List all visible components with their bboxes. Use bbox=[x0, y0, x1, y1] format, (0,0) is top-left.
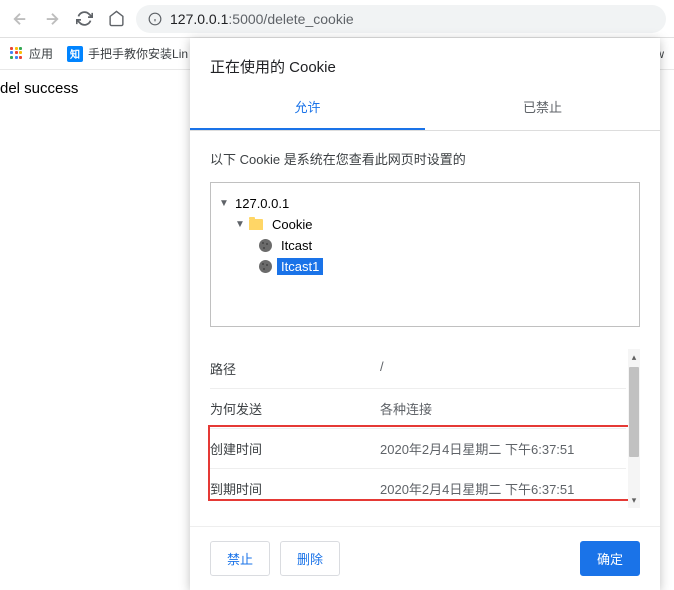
dialog-description: 以下 Cookie 是系统在您查看此网页时设置的 bbox=[210, 149, 640, 168]
detail-value: 2020年2月4日星期二 下午6:37:51 bbox=[380, 479, 574, 498]
cookies-dialog: 正在使用的 Cookie 允许 已禁止 以下 Cookie 是系统在您查看此网页… bbox=[190, 38, 660, 590]
detail-value: 2020年2月4日星期二 下午6:37:51 bbox=[380, 439, 574, 458]
tree-cookie-row[interactable]: Itcast bbox=[219, 235, 631, 256]
folder-icon bbox=[249, 219, 263, 230]
tree-host-label: 127.0.0.1 bbox=[231, 195, 293, 212]
tree-folder-row[interactable]: ▼ Cookie bbox=[219, 214, 631, 235]
tree-cookie-label: Itcast1 bbox=[277, 258, 323, 275]
detail-row-created: 创建时间 2020年2月4日星期二 下午6:37:51 bbox=[210, 429, 626, 469]
address-bar[interactable]: 127.0.0.1:5000/delete_cookie bbox=[136, 5, 666, 33]
tab-blocked[interactable]: 已禁止 bbox=[425, 85, 660, 130]
detail-value: 各种连接 bbox=[380, 399, 432, 418]
back-button[interactable] bbox=[8, 7, 32, 31]
scroll-thumb[interactable] bbox=[629, 367, 639, 457]
dialog-body: 以下 Cookie 是系统在您查看此网页时设置的 ▼ 127.0.0.1 ▼ C… bbox=[190, 131, 660, 526]
dialog-tabs: 允许 已禁止 bbox=[190, 85, 660, 131]
dialog-title: 正在使用的 Cookie bbox=[190, 38, 660, 85]
cookie-icon bbox=[259, 260, 272, 273]
reload-button[interactable] bbox=[72, 7, 96, 31]
forward-button[interactable] bbox=[40, 7, 64, 31]
page-text: del success bbox=[0, 80, 78, 97]
detail-label: 路径 bbox=[210, 359, 380, 378]
home-button[interactable] bbox=[104, 7, 128, 31]
detail-value: / bbox=[380, 359, 384, 378]
detail-label: 创建时间 bbox=[210, 439, 380, 458]
detail-label: 到期时间 bbox=[210, 479, 380, 498]
remove-button[interactable]: 删除 bbox=[280, 541, 340, 576]
cookie-icon bbox=[259, 239, 272, 252]
block-button[interactable]: 禁止 bbox=[210, 541, 270, 576]
info-icon bbox=[148, 12, 162, 26]
done-button[interactable]: 确定 bbox=[580, 541, 640, 576]
browser-toolbar: 127.0.0.1:5000/delete_cookie bbox=[0, 0, 674, 38]
bookmark-item-1[interactable]: 知 手把手教你安装Lin bbox=[67, 45, 188, 62]
detail-row-path: 路径 / bbox=[210, 349, 626, 389]
tree-cookie-label: Itcast bbox=[277, 237, 316, 254]
scroll-up-icon: ▴ bbox=[628, 351, 640, 363]
bookmark-label: 手把手教你安装Lin bbox=[88, 45, 188, 62]
tree-host-row[interactable]: ▼ 127.0.0.1 bbox=[219, 193, 631, 214]
detail-row-expires: 到期时间 2020年2月4日星期二 下午6:37:51 bbox=[210, 469, 626, 508]
apps-icon bbox=[10, 47, 24, 61]
details-scrollbar[interactable]: ▴ ▾ bbox=[628, 349, 640, 508]
url-host: 127.0.0.1:5000/delete_cookie bbox=[170, 11, 354, 27]
cookie-details: 路径 / 为何发送 各种连接 创建时间 2020年2月4日星期二 下午6:37:… bbox=[210, 349, 640, 508]
zhihu-icon: 知 bbox=[67, 46, 83, 62]
expand-arrow-icon: ▼ bbox=[219, 198, 231, 209]
expand-arrow-icon: ▼ bbox=[235, 219, 247, 230]
tree-folder-label: Cookie bbox=[268, 216, 316, 233]
apps-label: 应用 bbox=[29, 45, 53, 62]
detail-row-reason: 为何发送 各种连接 bbox=[210, 389, 626, 429]
tab-allowed[interactable]: 允许 bbox=[190, 85, 425, 130]
tree-cookie-row-selected[interactable]: Itcast1 bbox=[219, 256, 631, 277]
apps-shortcut[interactable]: 应用 bbox=[10, 45, 53, 62]
scroll-down-icon: ▾ bbox=[628, 494, 640, 506]
cookie-tree: ▼ 127.0.0.1 ▼ Cookie Itcast Itcast1 bbox=[210, 182, 640, 327]
detail-label: 为何发送 bbox=[210, 399, 380, 418]
